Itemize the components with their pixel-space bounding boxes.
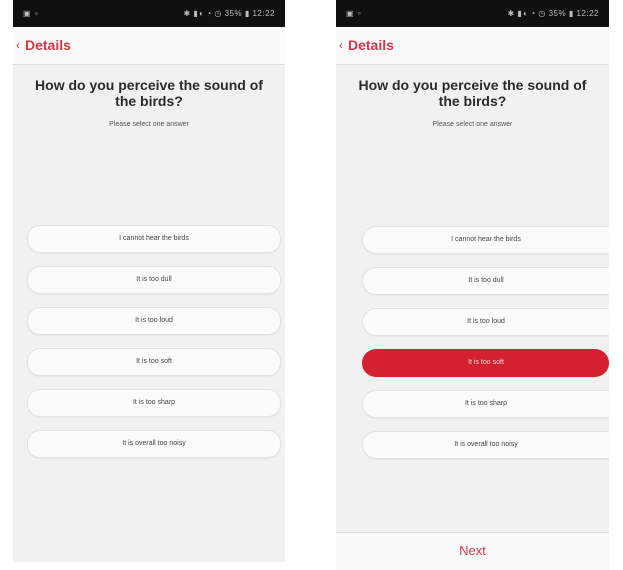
phone-screen-unselected: ▣ ▫ ✱ ▮◖ ◔ ◷ 35% ▮ 12:22 ‹ Details How d… [13,0,285,562]
option-cannot-hear[interactable]: I cannot hear the birds [27,225,281,253]
question-title: How do you perceive the sound of the bir… [35,77,263,109]
status-icons-right: ✱ ▮◖ ◔ ◷ 35% ▮ 12:22 [507,9,599,18]
option-too-dull[interactable]: It is too dull [362,267,609,295]
option-too-sharp[interactable]: It is too sharp [27,389,281,417]
question-title: How do you perceive the sound of the bir… [358,77,587,109]
footer-bar: Next [336,532,609,570]
back-details-link[interactable]: Details [25,37,71,53]
answer-options: I cannot hear the birds It is too dull I… [362,226,609,472]
nav-bar: ‹ Details [336,27,609,65]
option-too-sharp[interactable]: It is too sharp [362,390,609,418]
next-button[interactable]: Next [336,543,609,558]
chevron-left-icon[interactable]: ‹ [339,38,343,52]
status-icons-right: ✱ ▮◖ ◔ ◷ 35% ▮ 12:22 [183,9,275,18]
question-instruction: Please select one answer [109,121,189,128]
status-icons-left: ▣ ▫ [23,9,39,18]
back-details-link[interactable]: Details [348,37,394,53]
status-bar: ▣ ▫ ✱ ▮◖ ◔ ◷ 35% ▮ 12:22 [336,0,609,27]
nav-bar: ‹ Details [13,27,285,65]
phone-screen-selected: ▣ ▫ ✱ ▮◖ ◔ ◷ 35% ▮ 12:22 ‹ Details How d… [336,0,609,570]
chevron-left-icon[interactable]: ‹ [16,38,20,52]
option-cannot-hear[interactable]: I cannot hear the birds [362,226,609,254]
option-too-noisy[interactable]: It is overall too noisy [27,430,281,458]
option-too-soft[interactable]: It is too soft [27,348,281,376]
option-too-noisy[interactable]: It is overall too noisy [362,431,609,459]
question-instruction: Please select one answer [432,121,513,128]
option-too-loud[interactable]: It is too loud [362,308,609,336]
answer-options: I cannot hear the birds It is too dull I… [27,225,281,471]
status-bar: ▣ ▫ ✱ ▮◖ ◔ ◷ 35% ▮ 12:22 [13,0,285,27]
option-too-soft-selected[interactable]: It is too soft [362,349,609,377]
status-icons-left: ▣ ▫ [346,9,362,18]
option-too-dull[interactable]: It is too dull [27,266,281,294]
option-too-loud[interactable]: It is too loud [27,307,281,335]
